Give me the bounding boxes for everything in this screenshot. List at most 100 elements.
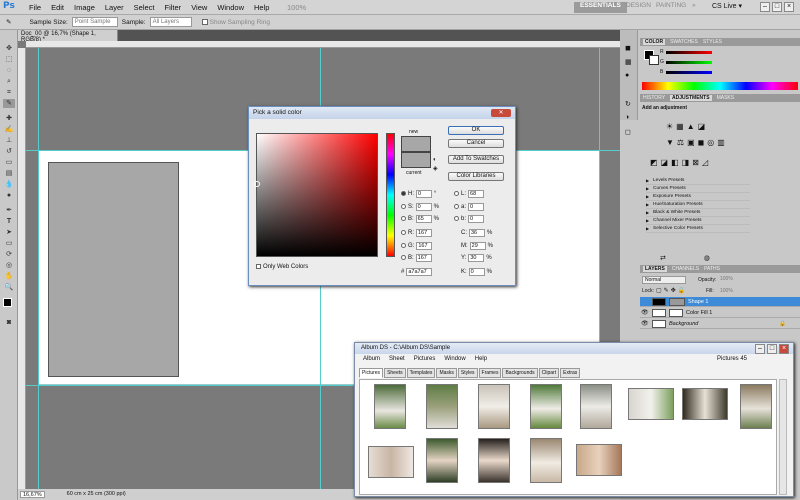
l-input[interactable]: 68 (468, 189, 485, 198)
preset-hue-saturation[interactable]: Hue/Saturation Presets (646, 202, 750, 209)
menu-filter[interactable]: Filter (160, 3, 187, 12)
blur-tool-icon[interactable]: 💧 (3, 180, 15, 189)
l-radio[interactable] (454, 191, 459, 196)
foreground-color-swatch[interactable] (3, 298, 12, 307)
picture-thumbnail[interactable] (628, 388, 674, 420)
tab-layers[interactable]: LAYERS (643, 266, 667, 272)
album-tab-styles[interactable]: Styles (457, 368, 478, 378)
cs-live-button[interactable]: CS Live ▾ (712, 2, 742, 10)
spectrum-bar[interactable] (642, 82, 798, 90)
tab-paths[interactable]: PATHS (704, 266, 720, 272)
layer-color-fill-1[interactable]: Color Fill 1 (640, 308, 800, 318)
color-bg-swatch[interactable] (649, 55, 659, 65)
h-radio[interactable] (401, 191, 406, 196)
maximize-button[interactable]: □ (772, 2, 782, 12)
menu-file[interactable]: File (24, 3, 46, 12)
preset-black-white[interactable]: Black & White Presets (646, 210, 750, 217)
album-menu-sheet[interactable]: Sheet (389, 356, 405, 362)
ok-button[interactable]: OK (448, 126, 504, 135)
ruler-left[interactable] (18, 48, 26, 489)
hex-input[interactable]: a7a7a7 (406, 267, 433, 276)
close-button[interactable]: × (784, 2, 794, 12)
marquee-tool-icon[interactable]: ⬚ (3, 55, 15, 64)
album-scrollbar[interactable] (779, 379, 787, 495)
color-field[interactable] (254, 133, 378, 257)
picture-thumbnail[interactable] (426, 438, 458, 483)
eyedropper-icon[interactable]: ✎ (6, 18, 11, 26)
masks-panel-icon[interactable]: ◻ (625, 128, 631, 136)
r-radio[interactable] (401, 230, 406, 235)
lab-b-radio[interactable] (454, 216, 459, 221)
tab-adjustments[interactable]: ADJUSTMENTS (670, 95, 712, 101)
album-menu-window[interactable]: Window (444, 356, 465, 362)
document-tab[interactable]: Doc_00 @ 16,7% (Shape 1, RGB/8) * (18, 30, 118, 43)
color-panel-icon[interactable]: ◼ (625, 44, 631, 52)
hand-tool-icon[interactable]: ✋ (3, 272, 15, 281)
styles-panel-icon[interactable]: ● (625, 72, 629, 79)
adjustment-icons-row-3[interactable]: ◩◪◧◨⊠◿ (650, 158, 711, 167)
path-select-tool-icon[interactable]: ➤ (3, 228, 15, 237)
preset-exposure[interactable]: Exposure Presets (646, 194, 750, 201)
cancel-button[interactable]: Cancel (448, 139, 504, 148)
menu-edit[interactable]: Edit (46, 3, 69, 12)
picture-thumbnail[interactable] (740, 384, 772, 429)
preset-channel-mixer[interactable]: Channel Mixer Presets (646, 218, 750, 225)
pen-tool-icon[interactable]: ✒ (3, 206, 15, 215)
album-tab-clipart[interactable]: Clipart (538, 368, 560, 378)
tab-masks[interactable]: MASKS (717, 95, 735, 101)
bv-input[interactable]: 65 (415, 214, 432, 223)
picture-thumbnail[interactable] (478, 438, 510, 483)
k-input[interactable]: 0 (468, 267, 485, 276)
a-input[interactable]: 0 (468, 202, 485, 211)
menu-help[interactable]: Help (249, 3, 274, 12)
show-ring-checkbox[interactable] (201, 19, 208, 25)
album-menu-help[interactable]: Help (475, 356, 487, 362)
minimize-button[interactable]: – (760, 2, 770, 12)
current-color-swatch[interactable] (401, 152, 431, 168)
tab-channels[interactable]: CHANNELS (672, 266, 699, 272)
g-input[interactable]: 167 (416, 241, 433, 250)
shape-1-rectangle[interactable] (48, 162, 179, 377)
healing-tool-icon[interactable]: ✚ (3, 114, 15, 123)
sample-size-select[interactable]: Point Sample (71, 17, 118, 27)
move-tool-icon[interactable]: ✥ (3, 44, 15, 53)
menu-image[interactable]: Image (69, 3, 100, 12)
eraser-tool-icon[interactable]: ▭ (3, 158, 15, 167)
r-input[interactable]: 167 (416, 228, 432, 237)
menu-layer[interactable]: Layer (100, 3, 129, 12)
b-slider[interactable] (666, 71, 712, 74)
s-radio[interactable] (401, 204, 406, 209)
picture-thumbnail[interactable] (682, 388, 728, 420)
quick-mask-icon[interactable]: ◙ (3, 318, 15, 327)
zoom-level[interactable]: 100% (282, 3, 311, 12)
g-radio[interactable] (401, 243, 406, 248)
history-panel-icon[interactable]: ↻ (625, 100, 631, 108)
a-radio[interactable] (454, 204, 459, 209)
adjustment-icons-row-2[interactable]: ▼⚖▣◼◎▥ (666, 138, 728, 147)
c-input[interactable]: 36 (469, 228, 485, 237)
adjustment-icons-row-1[interactable]: ☀▦▲◪ (666, 122, 708, 131)
b-radio[interactable] (401, 255, 406, 260)
blend-mode-select[interactable]: Normal (642, 276, 686, 284)
picture-thumbnail[interactable] (374, 384, 406, 429)
picture-thumbnail[interactable] (368, 446, 414, 478)
shape-tool-icon[interactable]: ▭ (3, 239, 15, 248)
gradient-tool-icon[interactable]: ▤ (3, 169, 15, 178)
quick-select-tool-icon[interactable]: ⌕ (3, 77, 15, 86)
album-menu-album[interactable]: Album (363, 356, 380, 362)
sample-select[interactable]: All Layers (149, 17, 192, 27)
workspace-essentials[interactable]: ESSENTIALS (574, 2, 627, 13)
menu-window[interactable]: Window (212, 3, 249, 12)
hue-slider[interactable] (386, 133, 395, 257)
web-color-icon[interactable]: ◈ (433, 165, 438, 172)
dialog-close-button[interactable]: ✕ (491, 109, 511, 117)
album-menu-pictures[interactable]: Pictures (414, 356, 436, 362)
album-tab-templates[interactable]: Templates (406, 368, 436, 378)
album-tab-pictures[interactable]: Pictures (359, 368, 384, 378)
g-slider[interactable] (666, 61, 712, 64)
zoom-tool-icon[interactable]: 🔍 (3, 283, 15, 292)
album-tab-masks[interactable]: Masks (436, 368, 457, 378)
m-input[interactable]: 29 (469, 241, 486, 250)
tab-swatches[interactable]: SWATCHES (670, 39, 698, 45)
album-tab-frames[interactable]: Frames (478, 368, 502, 378)
